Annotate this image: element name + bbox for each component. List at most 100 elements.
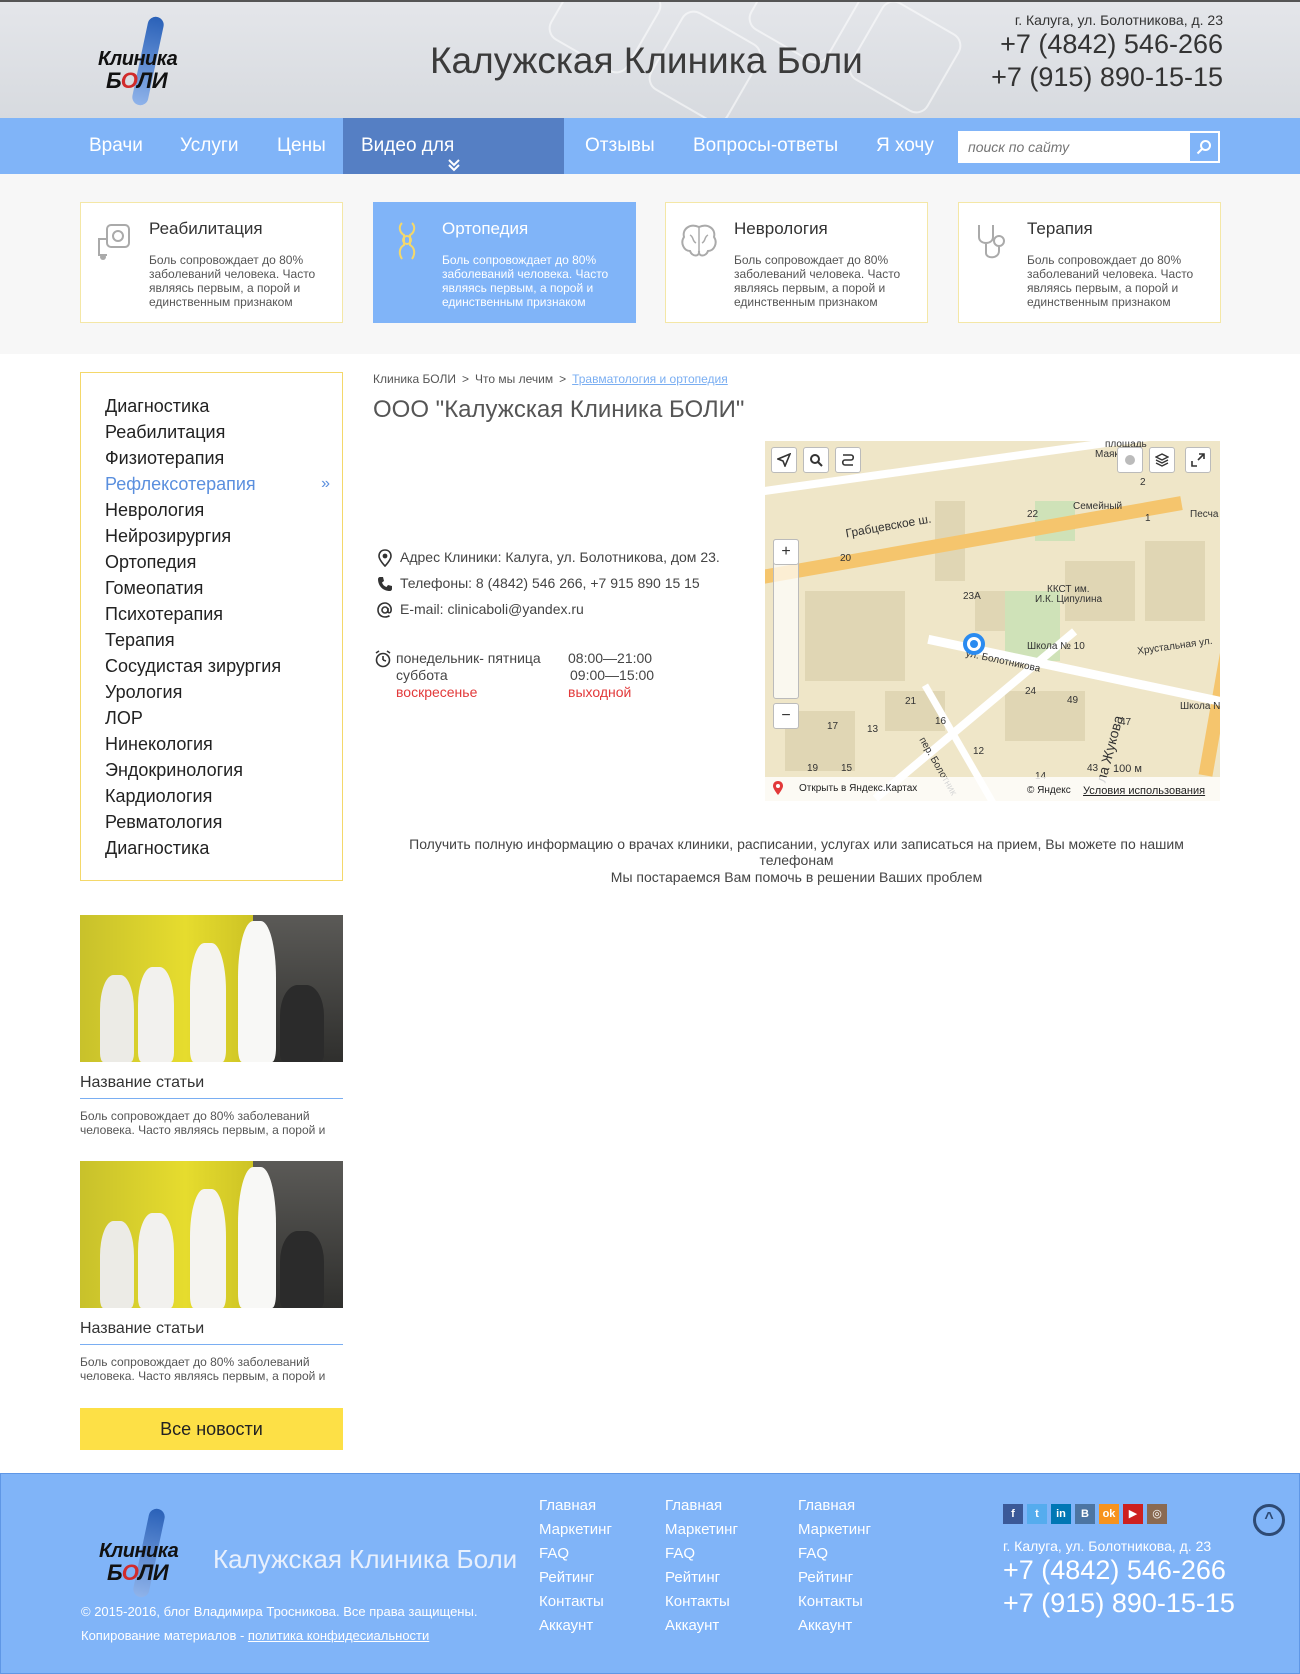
footer-link-rating[interactable]: Рейтинг <box>798 1566 871 1590</box>
facebook-icon[interactable]: f <box>1003 1504 1023 1524</box>
map-traffic-button[interactable] <box>1117 447 1143 473</box>
footer-link-contacts[interactable]: Контакты <box>798 1590 871 1614</box>
sidebar-item-rehabilitation[interactable]: Реабилитация <box>81 419 342 445</box>
sidebar-item-endocrinology[interactable]: Эндокринология <box>81 757 342 783</box>
header-contacts: г. Калуга, ул. Болотникова, д. 23 +7 (48… <box>991 12 1223 94</box>
article-title[interactable]: Название статьи <box>80 1074 343 1099</box>
service-card-title: Реабилитация <box>149 219 263 238</box>
breadcrumb-item[interactable]: Клиника БОЛИ <box>373 372 456 386</box>
article-photo[interactable] <box>80 915 343 1062</box>
sidebar-item-orthopedics[interactable]: Ортопедия <box>81 549 342 575</box>
instagram-icon[interactable]: ◎ <box>1147 1504 1167 1524</box>
footer-link-account[interactable]: Аккаунт <box>665 1614 738 1638</box>
privacy-policy-link[interactable]: политика конфидесиальности <box>248 1628 429 1643</box>
sidebar-item-therapy[interactable]: Терапия <box>81 627 342 653</box>
sidebar-item-vascular-surgery[interactable]: Сосудистая зирургия <box>81 653 342 679</box>
footer-link-marketing[interactable]: Маркетинг <box>665 1518 738 1542</box>
footer-link-marketing[interactable]: Маркетинг <box>798 1518 871 1542</box>
breadcrumb-current[interactable]: Травматология и ортопедия <box>572 372 728 386</box>
nav-item-reviews[interactable]: Отзывы <box>585 118 655 174</box>
map-label: Грабцевское ш. <box>844 511 933 541</box>
service-card-therapy[interactable]: Терапия Боль сопровождает до 80% заболев… <box>958 202 1221 323</box>
sidebar-item-diagnostics-2[interactable]: Диагностика <box>81 835 342 861</box>
nav-item-doctors[interactable]: Врачи <box>89 118 143 174</box>
footer-link-faq[interactable]: FAQ <box>539 1542 612 1566</box>
sidebar-item-physiotherapy[interactable]: Физиотерапия <box>81 445 342 471</box>
footer-link-rating[interactable]: Рейтинг <box>539 1566 612 1590</box>
map-label: Школа № 10 <box>1027 641 1085 652</box>
footer-link-home[interactable]: Главная <box>665 1494 738 1518</box>
header-phone-2[interactable]: +7 (915) 890-15-15 <box>991 61 1223 94</box>
sidebar-item-psychotherapy[interactable]: Психотерапия <box>81 601 342 627</box>
footer-column: Главная Маркетинг FAQ Рейтинг Контакты А… <box>665 1494 738 1638</box>
map-fullscreen-button[interactable] <box>1185 447 1211 473</box>
service-card-orthopedics[interactable]: Ортопедия Боль сопровождает до 80% забол… <box>373 202 636 323</box>
sidebar-item-homeopathy[interactable]: Гомеопатия <box>81 575 342 601</box>
footer-link-contacts[interactable]: Контакты <box>665 1590 738 1614</box>
footer-link-home[interactable]: Главная <box>539 1494 612 1518</box>
clinic-location-marker[interactable] <box>963 633 985 655</box>
nav-item-i-want[interactable]: Я хочу <box>876 118 934 174</box>
footer-link-faq[interactable]: FAQ <box>798 1542 871 1566</box>
open-in-yandex-maps-link[interactable]: Открыть в Яндекс.Картах <box>799 783 917 794</box>
double-chevron-right-icon: » <box>321 475 330 492</box>
article-title[interactable]: Название статьи <box>80 1320 343 1345</box>
map-label: Школа N <box>1180 701 1220 712</box>
logo[interactable]: Клиника БОЛИ <box>92 14 202 107</box>
map-layers-button[interactable] <box>1149 447 1175 473</box>
article-card[interactable]: Название статьи Боль сопровождает до 80%… <box>80 915 343 1137</box>
sidebar-item-diagnostics[interactable]: Диагностика <box>81 393 342 419</box>
map-zoom-in-button[interactable]: + <box>773 539 799 565</box>
odnoklassniki-icon[interactable]: ok <box>1099 1504 1119 1524</box>
yandex-map[interactable]: площадь Маяковск Грабцевское ш. Семейный… <box>765 441 1220 801</box>
vk-icon[interactable]: B <box>1075 1504 1095 1524</box>
footer-link-rating[interactable]: Рейтинг <box>665 1566 738 1590</box>
footer-link-account[interactable]: Аккаунт <box>798 1614 871 1638</box>
footer-link-marketing[interactable]: Маркетинг <box>539 1518 612 1542</box>
nav-item-faq[interactable]: Вопросы-ответы <box>693 118 838 174</box>
search-icon <box>810 454 823 467</box>
linkedin-icon[interactable]: in <box>1051 1504 1071 1524</box>
twitter-icon[interactable]: t <box>1027 1504 1047 1524</box>
map-search-button[interactable] <box>803 447 829 473</box>
footer-link-home[interactable]: Главная <box>798 1494 871 1518</box>
header-address: г. Калуга, ул. Болотникова, д. 23 <box>1014 12 1223 28</box>
footer-contacts: г. Калуга, ул. Болотникова, д. 23 +7 (48… <box>1003 1538 1235 1620</box>
map-terms-link[interactable]: Условия использования <box>1083 785 1205 797</box>
map-route-button[interactable] <box>835 447 861 473</box>
header-phone-1[interactable]: +7 (4842) 546-266 <box>991 28 1223 61</box>
search-button[interactable] <box>1190 133 1218 161</box>
service-card-rehab[interactable]: Реабилитация Боль сопровождает до 80% за… <box>80 202 343 323</box>
sidebar-item-neurosurgery[interactable]: Нейрозирургия <box>81 523 342 549</box>
map-label: Песча <box>1190 509 1219 520</box>
map-zoom-out-button[interactable]: − <box>773 703 799 729</box>
all-news-button[interactable]: Все новости <box>80 1408 343 1450</box>
sidebar-item-urology[interactable]: Урология <box>81 679 342 705</box>
scroll-to-top-button[interactable]: ^ <box>1253 1504 1285 1536</box>
map-label: Семейный <box>1073 501 1123 512</box>
footer-link-account[interactable]: Аккаунт <box>539 1614 612 1638</box>
sidebar-item-ent[interactable]: ЛОР <box>81 705 342 731</box>
sidebar-item-reflexotherapy[interactable]: Рефлексотерапия » <box>81 471 342 497</box>
map-geolocation-button[interactable] <box>771 447 797 473</box>
service-card-neurology[interactable]: Неврология Боль сопровождает до 80% забо… <box>665 202 928 323</box>
breadcrumb-item[interactable]: Что мы лечим <box>475 372 553 386</box>
article-card[interactable]: Название статьи Боль сопровождает до 80%… <box>80 1161 343 1383</box>
footer-logo[interactable]: Клиника БОЛИ <box>93 1506 203 1599</box>
nav-item-prices[interactable]: Цены <box>277 118 326 174</box>
footer-phone-2[interactable]: +7 (915) 890-15-15 <box>1003 1587 1235 1620</box>
footer-phone-1[interactable]: +7 (4842) 546-266 <box>1003 1554 1235 1587</box>
sidebar-item-rheumatology[interactable]: Ревматология <box>81 809 342 835</box>
sidebar-item-cardiology[interactable]: Кардиология <box>81 783 342 809</box>
map-label: 12 <box>973 746 985 757</box>
search-input[interactable] <box>958 131 1178 163</box>
yandex-pin-icon <box>773 781 783 798</box>
article-photo[interactable] <box>80 1161 343 1308</box>
youtube-icon[interactable]: ▶ <box>1123 1504 1143 1524</box>
nav-item-services[interactable]: Услуги <box>180 118 238 174</box>
map-label: 19 <box>807 763 819 774</box>
footer-link-contacts[interactable]: Контакты <box>539 1590 612 1614</box>
sidebar-item-neurology[interactable]: Неврология <box>81 497 342 523</box>
footer-link-faq[interactable]: FAQ <box>665 1542 738 1566</box>
sidebar-item-gynecology[interactable]: Нинекология <box>81 731 342 757</box>
